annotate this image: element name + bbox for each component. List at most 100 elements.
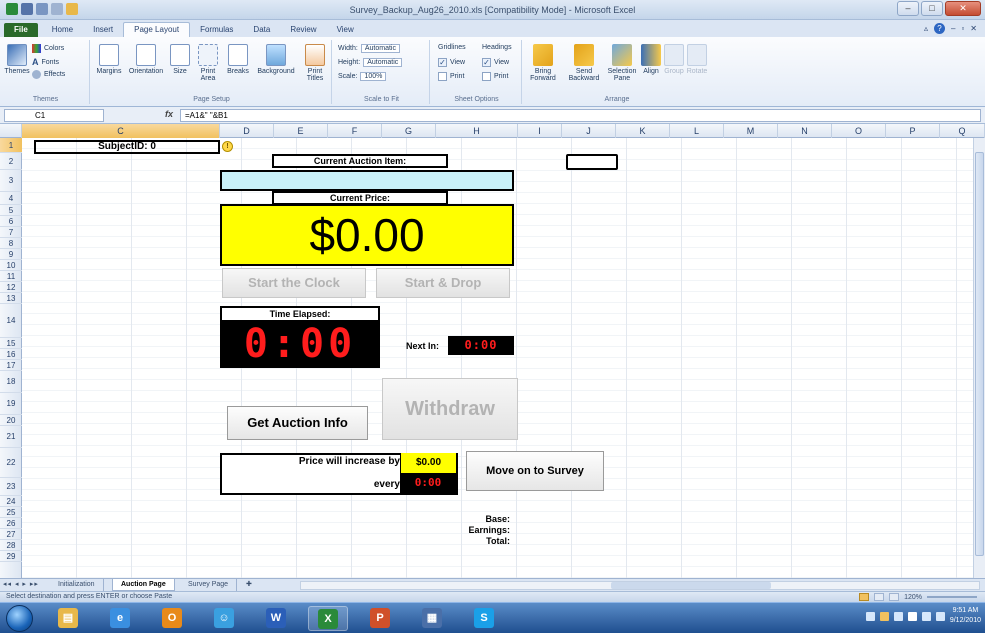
column-header[interactable]: L bbox=[670, 124, 724, 138]
page-layout-view-icon[interactable] bbox=[874, 593, 885, 601]
row-header[interactable]: 3 bbox=[0, 170, 22, 192]
vertical-scroll-thumb[interactable] bbox=[975, 152, 984, 556]
tab-formulas[interactable]: Formulas bbox=[190, 23, 243, 37]
page-break-view-icon[interactable] bbox=[889, 593, 900, 601]
print-area-button[interactable]: Print Area bbox=[194, 44, 222, 82]
tray-icon[interactable] bbox=[879, 611, 889, 621]
taskbar-app-word[interactable]: W bbox=[256, 606, 296, 631]
row-header[interactable]: 29 bbox=[0, 551, 22, 562]
tab-data[interactable]: Data bbox=[243, 23, 280, 37]
rotate-button[interactable]: Rotate bbox=[686, 44, 708, 75]
align-button[interactable]: Align bbox=[640, 44, 662, 75]
print-titles-button[interactable]: Print Titles bbox=[300, 44, 330, 82]
column-header[interactable]: E bbox=[274, 124, 328, 138]
tab-file[interactable]: File bbox=[4, 23, 38, 37]
row-header[interactable]: 5 bbox=[0, 205, 22, 216]
vertical-scrollbar[interactable] bbox=[973, 138, 985, 578]
width-dropdown[interactable]: Automatic bbox=[360, 44, 400, 53]
sheet-nav-arrows-icon[interactable]: ◂◂ ◂ ▸ ▸▸ bbox=[3, 580, 39, 588]
orientation-button[interactable]: Orientation bbox=[126, 44, 166, 75]
row-header[interactable]: 18 bbox=[0, 371, 22, 393]
size-button[interactable]: Size bbox=[168, 44, 192, 75]
zoom-slider[interactable] bbox=[927, 596, 977, 598]
tab-view[interactable]: View bbox=[327, 23, 364, 37]
worksheet-grid[interactable]: SubjectID: 0 ! Current Auction Item: Cur… bbox=[22, 138, 973, 578]
sheet-tab-auction-page[interactable]: Auction Page bbox=[112, 579, 175, 591]
maximize-button[interactable]: □ bbox=[921, 1, 943, 16]
themes-button[interactable]: Themes bbox=[4, 44, 30, 75]
height-control[interactable]: Height: Automatic bbox=[338, 58, 403, 67]
row-header[interactable]: 9 bbox=[0, 249, 22, 260]
row-header[interactable]: 7 bbox=[0, 227, 22, 238]
headings-view-checkbox[interactable]: View bbox=[482, 58, 509, 67]
margins-button[interactable]: Margins bbox=[94, 44, 124, 75]
scale-spinner[interactable]: 100% bbox=[360, 72, 387, 81]
tab-insert[interactable]: Insert bbox=[83, 23, 123, 37]
tab-home[interactable]: Home bbox=[42, 23, 83, 37]
taskbar-app-skype[interactable]: S bbox=[464, 606, 504, 631]
taskbar-app-outlook[interactable]: O bbox=[152, 606, 192, 631]
get-auction-info-button[interactable]: Get Auction Info bbox=[227, 406, 368, 440]
row-header[interactable]: 26 bbox=[0, 518, 22, 529]
bring-forward-button[interactable]: Bring Forward bbox=[526, 44, 560, 82]
column-header[interactable]: D bbox=[220, 124, 274, 138]
row-header[interactable]: 12 bbox=[0, 282, 22, 293]
volume-icon[interactable] bbox=[935, 611, 945, 621]
sheet-tab-survey-page[interactable]: Survey Page bbox=[180, 579, 238, 591]
row-header[interactable]: 10 bbox=[0, 260, 22, 271]
column-header[interactable]: C bbox=[22, 124, 220, 138]
row-header[interactable]: 23 bbox=[0, 478, 22, 496]
row-header[interactable]: 24 bbox=[0, 496, 22, 507]
row-header[interactable]: 14 bbox=[0, 304, 22, 338]
tab-review[interactable]: Review bbox=[280, 23, 326, 37]
column-header[interactable]: O bbox=[832, 124, 886, 138]
sheet-tab-initialization[interactable]: Initialization bbox=[50, 579, 104, 591]
selection-pane-button[interactable]: Selection Pane bbox=[606, 44, 638, 82]
column-header[interactable]: K bbox=[616, 124, 670, 138]
insert-function-icon[interactable]: fx bbox=[165, 109, 173, 119]
start-the-clock-button[interactable]: Start the Clock bbox=[222, 268, 366, 298]
column-header[interactable]: Q bbox=[940, 124, 985, 138]
tray-icon[interactable] bbox=[865, 611, 875, 621]
formula-input[interactable]: =A1&" "&B1 bbox=[180, 109, 981, 122]
column-header[interactable]: F bbox=[328, 124, 382, 138]
row-header[interactable]: 15 bbox=[0, 338, 22, 349]
row-header[interactable]: 27 bbox=[0, 529, 22, 540]
effects-button[interactable]: Effects bbox=[32, 70, 65, 79]
column-header[interactable]: M bbox=[724, 124, 778, 138]
row-header[interactable]: 17 bbox=[0, 360, 22, 371]
normal-view-icon[interactable] bbox=[859, 593, 870, 601]
column-header[interactable]: H bbox=[436, 124, 518, 138]
start-and-drop-button[interactable]: Start & Drop bbox=[376, 268, 510, 298]
move-on-to-survey-button[interactable]: Move on to Survey bbox=[466, 451, 604, 491]
fonts-button[interactable]: A Fonts bbox=[32, 57, 59, 67]
withdraw-button[interactable]: Withdraw bbox=[382, 378, 518, 440]
breaks-button[interactable]: Breaks bbox=[224, 44, 252, 75]
background-button[interactable]: Background bbox=[254, 44, 298, 75]
taskbar-app-messenger[interactable]: ☺ bbox=[204, 606, 244, 631]
column-header[interactable]: J bbox=[562, 124, 616, 138]
row-header[interactable]: 22 bbox=[0, 448, 22, 478]
select-all-corner[interactable] bbox=[0, 124, 22, 138]
row-header[interactable]: 2 bbox=[0, 153, 22, 170]
flag-icon[interactable] bbox=[907, 611, 917, 621]
network-icon[interactable] bbox=[893, 611, 903, 621]
row-header[interactable]: 16 bbox=[0, 349, 22, 360]
workbook-close-icon[interactable]: ✕ bbox=[970, 24, 977, 33]
row-header[interactable]: 8 bbox=[0, 238, 22, 249]
group-button[interactable]: Group bbox=[664, 44, 684, 75]
workbook-minimize-icon[interactable]: – bbox=[951, 24, 955, 33]
close-button[interactable]: ✕ bbox=[945, 1, 981, 16]
height-dropdown[interactable]: Automatic bbox=[363, 58, 403, 67]
tab-page-layout[interactable]: Page Layout bbox=[123, 22, 191, 37]
taskbar-app-excel[interactable]: X bbox=[308, 606, 348, 631]
gridlines-view-checkbox[interactable]: View bbox=[438, 58, 465, 67]
insert-sheet-icon[interactable]: ✚ bbox=[238, 579, 260, 591]
error-check-icon[interactable]: ! bbox=[222, 141, 233, 152]
power-icon[interactable] bbox=[921, 611, 931, 621]
row-header[interactable]: 28 bbox=[0, 540, 22, 551]
gridlines-print-checkbox[interactable]: Print bbox=[438, 72, 464, 81]
blank-box-cell[interactable] bbox=[566, 154, 618, 170]
taskbar-app-explorer[interactable]: ▤ bbox=[48, 606, 88, 631]
row-header[interactable]: 6 bbox=[0, 216, 22, 227]
